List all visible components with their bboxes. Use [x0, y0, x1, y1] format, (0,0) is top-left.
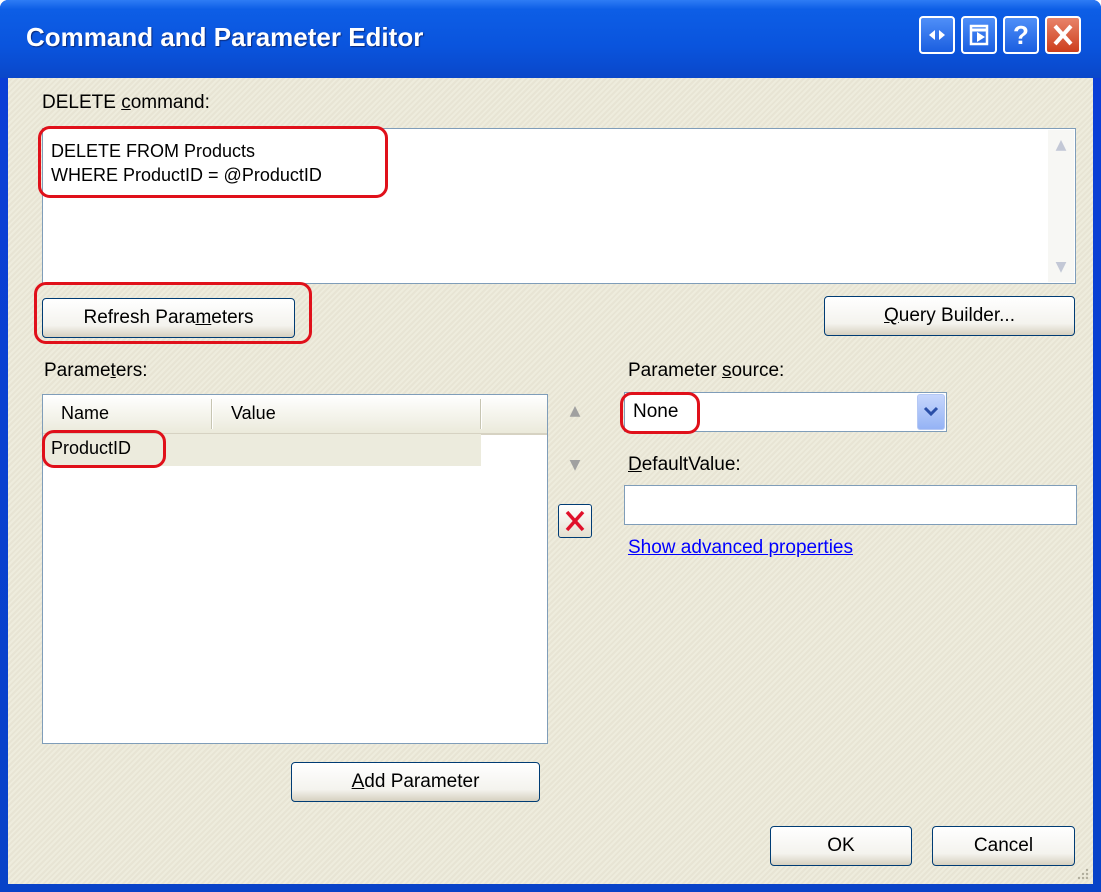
chevron-down-icon	[923, 406, 939, 417]
column-separator[interactable]	[480, 399, 481, 429]
delete-command-textarea[interactable]: DELETE FROM Products WHERE ProductID = @…	[42, 128, 1076, 284]
column-separator[interactable]	[211, 399, 212, 429]
column-value[interactable]: Value	[231, 403, 276, 424]
parameter-name-cell: ProductID	[51, 438, 132, 458]
dialog-body: DELETE command: DELETE FROM Products WHE…	[8, 78, 1093, 884]
dropdown-button[interactable]	[917, 394, 945, 430]
sql-line-2: WHERE ProductID = @ProductID	[51, 165, 322, 185]
arrow-up-icon: ▲	[569, 403, 581, 419]
command-scrollbar[interactable]: ▲ ▼	[1048, 130, 1074, 282]
scroll-down-icon[interactable]: ▼	[1050, 256, 1072, 278]
parameters-label: Parameters:	[44, 360, 148, 381]
parameters-list[interactable]: Name Value ProductID	[42, 394, 548, 744]
parameter-source-value: None	[633, 401, 679, 422]
window-title: Command and Parameter Editor	[26, 22, 424, 52]
command-parameter-editor-dialog: Command and Parameter Editor ? DELETE co…	[0, 0, 1101, 892]
window-icon	[969, 24, 989, 46]
close-button[interactable]	[1045, 16, 1081, 54]
swap-arrows-icon	[929, 30, 945, 40]
delete-x-icon	[565, 510, 585, 532]
maximize-button[interactable]	[961, 16, 997, 54]
sql-line-1: DELETE FROM Products	[51, 141, 256, 161]
arrow-down-icon: ▼	[569, 457, 581, 473]
add-parameter-button[interactable]: Add Parameter	[291, 762, 540, 802]
parameter-source-select[interactable]: None	[624, 392, 947, 432]
move-down-button[interactable]: ▼	[558, 448, 592, 482]
delete-parameter-button[interactable]	[558, 504, 592, 538]
list-item[interactable]: ProductID	[43, 434, 481, 466]
column-name[interactable]: Name	[61, 403, 109, 424]
cancel-button[interactable]: Cancel	[932, 826, 1075, 866]
move-up-button[interactable]: ▲	[558, 394, 592, 428]
scroll-up-icon[interactable]: ▲	[1050, 134, 1072, 156]
delete-command-label: DELETE command:	[42, 92, 210, 113]
resize-grip-icon[interactable]	[1075, 866, 1089, 880]
show-advanced-properties-link[interactable]: Show advanced properties	[628, 537, 853, 559]
title-bar[interactable]: Command and Parameter Editor ?	[0, 0, 1101, 78]
restore-button[interactable]	[919, 16, 955, 54]
default-value-label: DefaultValue:	[628, 454, 741, 475]
help-icon: ?	[1013, 20, 1029, 50]
query-builder-button[interactable]: Query Builder...	[824, 296, 1075, 336]
default-value-input[interactable]	[624, 485, 1077, 525]
ok-button[interactable]: OK	[770, 826, 912, 866]
close-icon	[1053, 24, 1073, 46]
refresh-parameters-button[interactable]: Refresh Parameters	[42, 298, 295, 338]
help-button[interactable]: ?	[1003, 16, 1039, 54]
list-header: Name Value	[43, 395, 547, 435]
parameter-source-label: Parameter source:	[628, 360, 785, 381]
